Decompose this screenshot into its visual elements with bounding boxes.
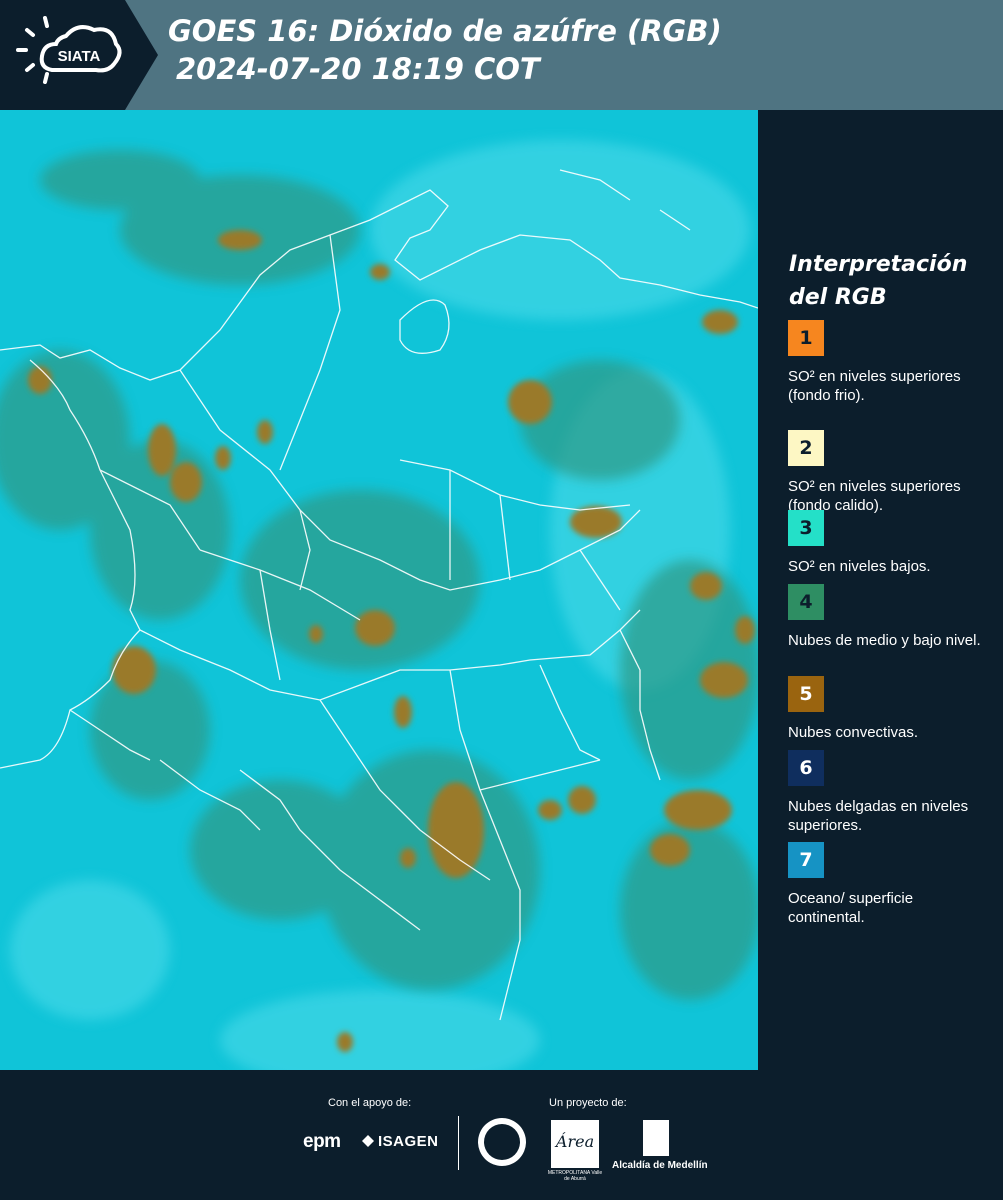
alcaldia-emblem-icon bbox=[643, 1120, 669, 1156]
area-metropolitana-subtitle: METROPOLITANA Valle de Aburrá bbox=[547, 1170, 603, 1182]
legend-item-5: 5 Nubes convectivas. bbox=[788, 676, 998, 742]
legend-item-1: 1 SO² en niveles superiores (fondo frio). bbox=[788, 320, 998, 405]
title-line-1: GOES 16: Dióxido de azúfre (RGB) bbox=[168, 14, 722, 48]
legend-text: Nubes de medio y bajo nivel. bbox=[788, 632, 981, 649]
legend-item-2: 2 SO² en niveles superiores (fondo calido… bbox=[788, 430, 998, 515]
siata-logo: SIATA bbox=[0, 0, 160, 110]
legend-item-7: 7 Oceano/ superficie continental. bbox=[788, 842, 998, 927]
page-title: GOES 16: Dióxido de azúfre (RGB) 2024-07… bbox=[168, 12, 722, 88]
siata-logo-text: SIATA bbox=[58, 48, 101, 65]
isagen-logo: ISAGEN bbox=[362, 1133, 439, 1150]
footer-bar: Con el apoyo de: Un proyecto de: epm ISA… bbox=[0, 1070, 1003, 1200]
legend-text: SO² en niveles bajos. bbox=[788, 558, 931, 575]
legend-swatch: 3 bbox=[788, 510, 824, 546]
legend-text: Oceano/ superficie continental. bbox=[788, 890, 914, 926]
legend-swatch: 6 bbox=[788, 750, 824, 786]
isagen-mark-icon bbox=[362, 1135, 374, 1147]
legend-text: SO² en niveles superiores (fondo frio). bbox=[788, 368, 961, 404]
legend-swatch: 4 bbox=[788, 584, 824, 620]
legend-swatch: 7 bbox=[788, 842, 824, 878]
footer-divider bbox=[458, 1116, 459, 1170]
medellin-seal-icon bbox=[478, 1118, 526, 1166]
satellite-image bbox=[0, 110, 758, 1070]
legend-panel: Interpretación del RGB 1 SO² en niveles s… bbox=[762, 110, 1003, 1070]
legend-swatch: 2 bbox=[788, 430, 824, 466]
area-logo-text: Área bbox=[555, 1132, 595, 1151]
project-label: Un proyecto de: bbox=[549, 1097, 627, 1109]
support-label: Con el apoyo de: bbox=[328, 1097, 412, 1109]
legend-swatch: 1 bbox=[788, 320, 824, 356]
header-bar: SIATA GOES 16: Dióxido de azúfre (RGB) 2… bbox=[0, 0, 1003, 110]
legend-item-3: 3 SO² en niveles bajos. bbox=[788, 510, 998, 576]
satellite-map-svg bbox=[0, 110, 758, 1070]
epm-logo: epm bbox=[303, 1131, 341, 1152]
area-metropolitana-logo: Área bbox=[551, 1120, 599, 1168]
legend-item-6: 6 Nubes delgadas en niveles superiores. bbox=[788, 750, 998, 835]
legend-text: Nubes convectivas. bbox=[788, 724, 919, 741]
isagen-text: ISAGEN bbox=[378, 1133, 439, 1150]
legend-text: Nubes delgadas en niveles superiores. bbox=[788, 798, 969, 834]
legend-item-4: 4 Nubes de medio y bajo nivel. bbox=[788, 584, 998, 650]
legend-swatch: 5 bbox=[788, 676, 824, 712]
legend-title: Interpretación del RGB bbox=[789, 252, 968, 310]
title-line-2: 2024-07-20 18:19 COT bbox=[176, 52, 540, 86]
alcaldia-label: Alcaldía de Medellín bbox=[612, 1160, 708, 1171]
